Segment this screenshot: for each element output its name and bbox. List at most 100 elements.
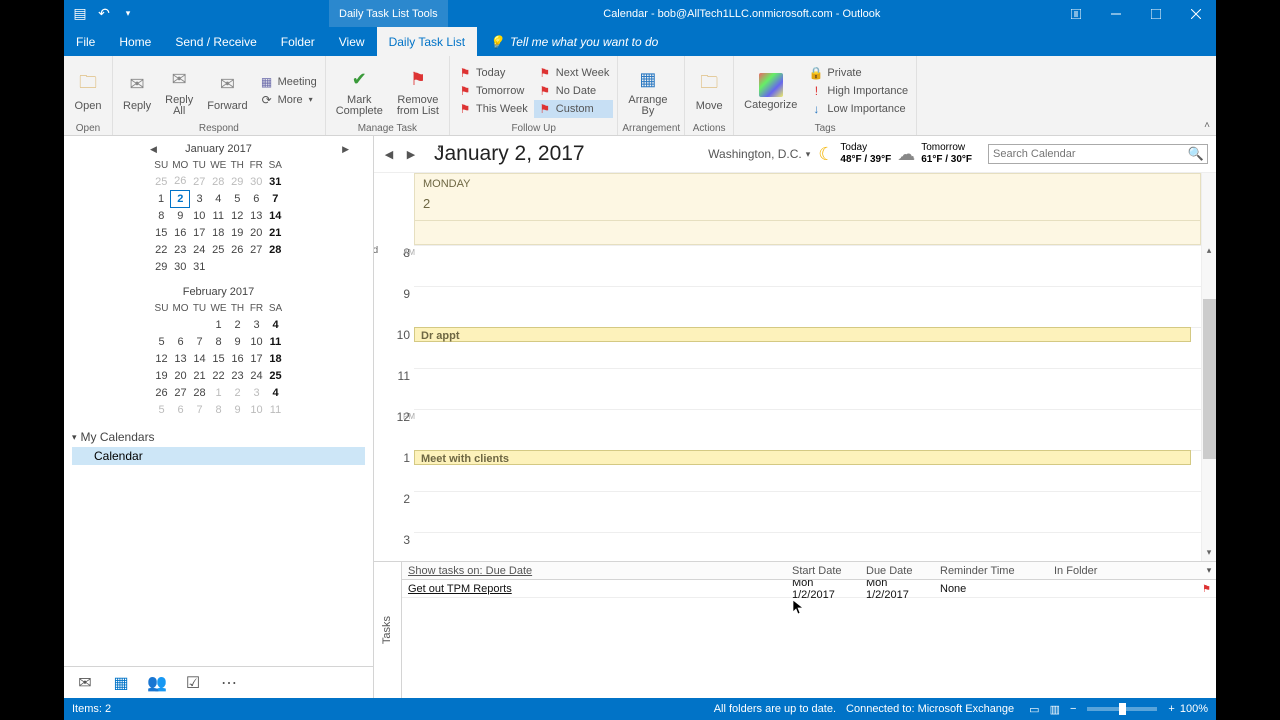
minical-day[interactable]: 2 [171,190,190,207]
col-startdate[interactable]: Start Date [786,565,860,577]
minical-day[interactable]: 9 [171,207,190,224]
nav-calendar-icon[interactable]: ▦ [112,674,130,692]
minical-day[interactable]: 9 [228,333,247,350]
minical-day[interactable]: 23 [171,241,190,258]
view-reading-icon[interactable]: ▥ [1050,703,1060,716]
removefromlist-button[interactable]: ⚑Remove from List [391,63,445,119]
minical-day[interactable]: 31 [190,258,209,275]
minical-day[interactable]: 7 [266,190,285,207]
minical-day[interactable]: 18 [209,224,228,241]
minical-day[interactable]: 5 [228,190,247,207]
vertical-scrollbar[interactable]: ▴ ▾ [1201,173,1216,561]
minical-day[interactable]: 3 [190,190,209,207]
appointment[interactable]: Meet with clients [414,450,1191,465]
qat-outlook-icon[interactable]: ▤ [72,6,88,22]
minical-day[interactable]: 4 [266,384,285,401]
tab-sendreceive[interactable]: Send / Receive [163,27,268,56]
time-slot[interactable] [414,368,1201,409]
nav-more-icon[interactable]: ⋯ [220,674,238,692]
day-header[interactable]: MONDAY 2 [414,173,1201,221]
minical-day[interactable]: 26 [228,241,247,258]
minical-day[interactable]: 7 [190,333,209,350]
minical-day[interactable]: 12 [228,207,247,224]
forward-button[interactable]: ✉Forward [201,68,253,114]
zoom-slider[interactable] [1087,707,1157,711]
scroll-up-icon[interactable]: ▴ [1202,245,1216,259]
scroll-thumb[interactable] [1203,299,1216,459]
minical-day[interactable]: 4 [209,190,228,207]
minical-day[interactable]: 27 [190,173,209,190]
minical-day[interactable]: 8 [209,401,228,418]
minical-day[interactable]: 27 [171,384,190,401]
minical-day[interactable]: 2 [228,316,247,333]
minical-day[interactable]: 30 [171,258,190,275]
col-remindertime[interactable]: Reminder Time [934,565,1048,577]
minical-day[interactable]: 1 [209,316,228,333]
replyall-button[interactable]: ✉Reply All [159,63,199,119]
minical-day[interactable]: 5 [152,333,171,350]
col-duedate[interactable]: Due Date [860,565,934,577]
ribbon-display-options[interactable] [1056,0,1096,27]
tab-dailytasklist[interactable]: Daily Task List [377,27,477,56]
allday-region[interactable] [414,221,1201,245]
close-button[interactable] [1176,0,1216,27]
minical-day[interactable]: 16 [171,224,190,241]
minical-day[interactable]: 31 [266,173,285,190]
minical-day[interactable]: 13 [247,207,266,224]
followup-tomorrow[interactable]: ⚑Tomorrow [454,82,532,100]
minical-day[interactable]: 7 [190,401,209,418]
highimportance-button[interactable]: !High Importance [805,82,912,100]
minical-day[interactable]: 17 [247,350,266,367]
minical-day[interactable]: 22 [209,367,228,384]
minical-day[interactable]: 18 [266,350,285,367]
minical-day[interactable]: 29 [152,258,171,275]
minical-day[interactable]: 30 [247,173,266,190]
minical-day[interactable]: 5 [152,401,171,418]
minical-day[interactable]: 21 [190,367,209,384]
calendar-group[interactable]: ▾ My Calendars [72,428,365,446]
minical-day[interactable]: 8 [152,207,171,224]
minical-day[interactable]: 25 [266,367,285,384]
collapse-ribbon[interactable]: ˄ [1202,118,1212,133]
weather-tomorrow[interactable]: ☁ Tomorrow61°F / 30°F [897,142,972,166]
zoom-out-button[interactable]: − [1070,703,1076,715]
prev-day-button[interactable]: ◀ [382,147,396,161]
tasks-empty-area[interactable] [402,598,1216,698]
open-button[interactable]: 🗀 Open [68,68,108,114]
qat-customize-icon[interactable]: ▾ [120,6,136,22]
minical-day[interactable]: 3 [247,384,266,401]
time-slot[interactable] [414,286,1201,327]
minical-day[interactable]: 10 [247,333,266,350]
search-calendar[interactable]: 🔍 [988,144,1208,164]
weather-today[interactable]: ☾ Today48°F / 39°F [818,142,891,166]
minical-day[interactable]: 6 [171,401,190,418]
next-month-button[interactable]: ▶ [338,144,353,155]
tab-folder[interactable]: Folder [269,27,327,56]
followup-custom[interactable]: ⚑Custom [534,100,614,118]
nav-tasks-icon[interactable]: ☑ [184,674,202,692]
minical-day[interactable]: 8 [209,333,228,350]
minical-day[interactable]: 24 [247,367,266,384]
sidebar-collapse-icon[interactable]: ‹ [437,140,445,154]
move-button[interactable]: 🗀Move [689,68,729,114]
followup-nextweek[interactable]: ⚑Next Week [534,64,614,82]
reply-button[interactable]: ✉Reply [117,68,157,114]
minical-day[interactable]: 14 [190,350,209,367]
minical-day[interactable]: 13 [171,350,190,367]
minical-day[interactable]: 23 [228,367,247,384]
minical-day[interactable]: 19 [228,224,247,241]
tab-file[interactable]: File [64,27,107,56]
time-slot[interactable] [414,532,1201,561]
appointment[interactable]: Dr appt [414,327,1191,342]
next-day-button[interactable]: ▶ [404,147,418,161]
weather-location[interactable]: Washington, D.C. ▾ [708,147,810,161]
minical-day[interactable]: 15 [209,350,228,367]
minical-day[interactable]: 25 [209,241,228,258]
followup-nodate[interactable]: ⚑No Date [534,82,614,100]
minical-day[interactable]: 26 [171,173,190,190]
time-slot[interactable] [414,491,1201,532]
minical-day[interactable]: 12 [152,350,171,367]
arrangeby-button[interactable]: ▦Arrange By [622,63,673,119]
minical-day[interactable]: 28 [266,241,285,258]
nav-mail-icon[interactable]: ✉ [76,674,94,692]
